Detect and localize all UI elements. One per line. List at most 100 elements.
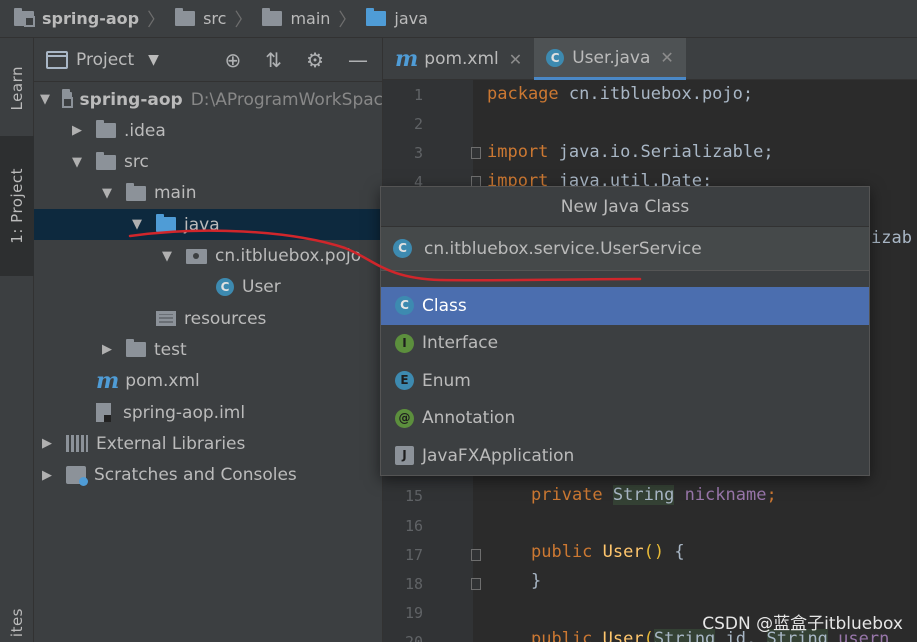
tab-pom-xml[interactable]: m pom.xml ✕ [383, 38, 534, 80]
folder-icon [126, 182, 146, 201]
tree-item-label: pom.xml [125, 371, 200, 392]
breadcrumb-item-java[interactable]: java [366, 8, 428, 28]
code-line-1: package cn.itbluebox.pojo; [487, 84, 754, 104]
close-icon[interactable]: ✕ [509, 50, 522, 69]
module-folder-icon [14, 8, 35, 27]
breadcrumb-item-main[interactable]: main [262, 8, 330, 28]
class-name-row: C [381, 227, 869, 271]
maven-icon: m [395, 46, 419, 72]
code-line-3: import java.io.Serializable; [487, 142, 774, 162]
tree-item-pom-xml[interactable]: m pom.xml [34, 366, 382, 397]
project-toolbar: ⊕ ⇅ ⚙ — [225, 48, 382, 72]
tree-item-label: User [242, 277, 281, 298]
code-line-17: public User() { [531, 542, 685, 562]
gear-icon[interactable]: ⚙ [306, 48, 324, 72]
chevron-down-icon[interactable]: ▼ [100, 186, 114, 201]
tree-item-test[interactable]: ▶ test [34, 334, 382, 365]
new-java-class-dialog: New Java Class C C Class I Interface E E… [380, 186, 870, 476]
tree-item-main[interactable]: ▼ main [34, 178, 382, 209]
tree-item-cn-itbluebox-pojo[interactable]: ▼ cn.itbluebox.pojo [34, 241, 382, 272]
tree-item-spring-aop-iml[interactable]: spring-aop.iml [34, 397, 382, 428]
line-number: 20 [404, 633, 423, 642]
project-tool-window: Project ▼ ⊕ ⇅ ⚙ — ▼ spring-aop D:\AProgram… [34, 38, 383, 642]
chevron-right-icon[interactable]: ▶ [40, 468, 54, 483]
chevron-down-icon[interactable]: ▼ [130, 217, 144, 232]
tree-item-label: src [124, 152, 149, 173]
collapse-all-icon[interactable]: ⇅ [265, 48, 282, 72]
tool-tab-project[interactable]: 1: Project [0, 136, 34, 276]
breadcrumb-item-src[interactable]: src [175, 8, 226, 28]
tree-item-label: test [154, 339, 187, 360]
breadcrumb-separator-icon: 〉 [338, 9, 357, 31]
line-number: 18 [404, 575, 423, 593]
tree-item-src[interactable]: ▼ src [34, 147, 382, 178]
tree-item-spring-aop[interactable]: ▼ spring-aop D:\AProgramWorkSpac [34, 84, 383, 115]
fold-marker-icon[interactable] [471, 549, 481, 561]
locate-file-icon[interactable]: ⊕ [225, 48, 242, 72]
class-kind-list: C Class I Interface E Enum @ Annotation … [381, 287, 869, 475]
folder-icon [262, 8, 283, 26]
iml-file-icon [96, 403, 111, 422]
kind-interface[interactable]: I Interface [381, 325, 869, 363]
tree-item-label: main [154, 183, 197, 204]
project-path: D:\AProgramWorkSpac [190, 89, 383, 110]
module-folder-icon [61, 89, 73, 108]
tree-item-label: java [184, 214, 220, 235]
folder-icon [96, 151, 116, 170]
resources-folder-icon [156, 311, 176, 327]
hide-panel-icon[interactable]: — [348, 48, 368, 72]
kind-javafx-application[interactable]: J JavaFXApplication [381, 437, 869, 475]
libraries-icon [66, 435, 88, 453]
project-window-icon [46, 50, 68, 69]
breadcrumb-separator-icon: 〉 [147, 9, 166, 31]
chevron-right-icon[interactable]: ▶ [100, 342, 114, 357]
tree-item-label: resources [184, 308, 267, 329]
chevron-down-icon[interactable]: ▼ [148, 52, 159, 68]
folder-icon [175, 8, 196, 26]
line-number: 17 [404, 546, 423, 564]
tool-tab-learn[interactable]: Learn [0, 48, 34, 128]
class-name-input[interactable] [424, 238, 844, 259]
close-icon[interactable]: ✕ [660, 48, 673, 67]
code-line-18: } [531, 571, 542, 591]
tree-item-scratches-and-consoles[interactable]: ▶ Scratches and Consoles [34, 460, 382, 491]
interface-icon: I [395, 333, 414, 353]
tree-item-java[interactable]: ▼ java [34, 209, 382, 241]
tree-item-idea[interactable]: ▶ .idea [34, 115, 382, 146]
chevron-right-icon[interactable]: ▶ [40, 436, 54, 451]
javafx-icon: J [395, 446, 414, 466]
kind-annotation[interactable]: @ Annotation [381, 400, 869, 438]
tree-item-label: .idea [124, 120, 166, 141]
tool-tab-favorites[interactable]: ites [0, 603, 34, 642]
chevron-down-icon[interactable]: ▼ [160, 249, 174, 264]
kind-enum[interactable]: E Enum [381, 362, 869, 400]
class-icon: C [546, 48, 565, 67]
chevron-down-icon[interactable]: ▼ [70, 155, 84, 170]
tree-item-resources[interactable]: resources [34, 303, 382, 334]
fold-marker-icon[interactable] [471, 578, 481, 590]
tree-item-user[interactable]: C User [34, 272, 382, 303]
line-number: 16 [404, 517, 423, 535]
chevron-down-icon[interactable]: ▼ [40, 92, 50, 107]
annotation-icon: @ [395, 408, 414, 428]
tree-item-label: Scratches and Consoles [94, 465, 297, 486]
line-number: 19 [404, 604, 423, 622]
tree-item-external-libraries[interactable]: ▶ External Libraries [34, 428, 382, 459]
scratches-icon [66, 466, 88, 487]
kind-class[interactable]: C Class [381, 287, 869, 325]
fold-marker-icon[interactable] [471, 147, 481, 159]
breadcrumb-separator-icon: 〉 [234, 9, 253, 31]
editor-tab-bar: m pom.xml ✕ C User.java ✕ [383, 38, 917, 80]
tab-user-java[interactable]: C User.java ✕ [534, 38, 686, 80]
line-number: 15 [404, 487, 423, 505]
line-number: 3 [413, 144, 423, 162]
tree-item-label: cn.itbluebox.pojo [215, 246, 362, 266]
left-tool-strip: Learn 1: Project ites [0, 38, 34, 642]
chevron-right-icon[interactable]: ▶ [70, 123, 84, 138]
package-icon [186, 248, 207, 264]
enum-icon: E [395, 371, 414, 391]
dialog-title: New Java Class [381, 187, 869, 227]
breadcrumb-item-project[interactable]: spring-aop [14, 8, 139, 28]
project-view-selector[interactable]: Project [76, 50, 134, 70]
line-number: 1 [413, 86, 423, 104]
